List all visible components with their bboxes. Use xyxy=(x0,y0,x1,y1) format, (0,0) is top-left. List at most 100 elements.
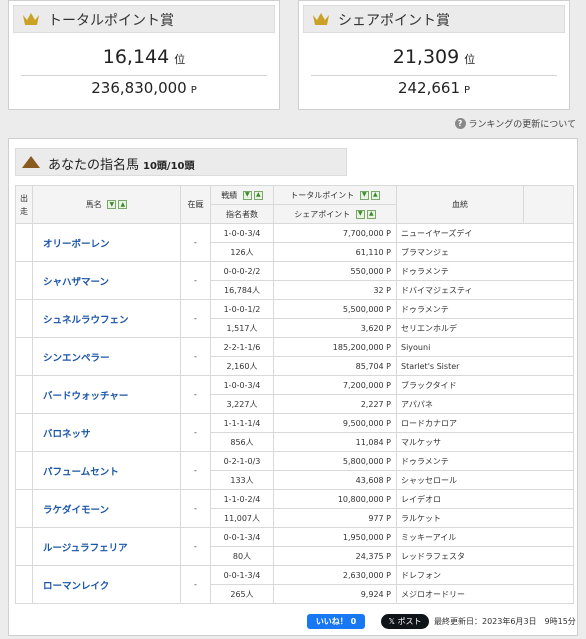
horses-table: 出走 馬名 ▼ ▲ 在厩 戦績 ▼ ▲ トータルポイント ▼ ▲ 血統 指名者数… xyxy=(15,185,574,604)
horse-name-link[interactable]: ローマンレイク xyxy=(32,565,181,604)
total-points-cell: 7,200,000 P xyxy=(273,375,397,395)
nominee-count: 80人 xyxy=(210,546,274,566)
horse-name-link[interactable]: バードウォッチャー xyxy=(32,375,181,414)
total-points-award-title: トータルポイント賞 xyxy=(48,13,174,29)
post-cell xyxy=(15,299,33,338)
post-cell xyxy=(15,375,33,414)
sire-cell: ドゥラメンテ xyxy=(396,299,574,319)
section-title: あなたの指名馬 10頭/10頭 xyxy=(48,154,195,173)
share-points-cell: 24,375 P xyxy=(273,546,397,566)
total-points-sort: ▼ ▲ xyxy=(359,190,380,200)
horse-name-link[interactable]: オリーボーレン xyxy=(32,223,181,262)
share-points-value: 242,661 xyxy=(397,79,460,97)
nominee-count: 11,007人 xyxy=(210,508,274,528)
stable-status: - xyxy=(180,261,211,300)
stable-status: - xyxy=(180,527,211,566)
crown-icon xyxy=(23,13,39,25)
nominee-count: 265人 xyxy=(210,584,274,604)
header-spacer xyxy=(523,185,574,224)
total-points-cell: 2,630,000 P xyxy=(273,565,397,585)
stable-status: - xyxy=(180,451,211,490)
race-record: 0-0-0-2/2 xyxy=(210,261,274,281)
horse-name-link[interactable]: シュネルラウフェン xyxy=(32,299,181,338)
last-updated: 最終更新日：2023年6月3日 9時15分 xyxy=(434,617,576,626)
header-share-points-label: シェアポイント xyxy=(294,209,351,219)
share-points-cell: 32 P xyxy=(273,280,397,300)
race-record: 0-2-1-0/3 xyxy=(210,451,274,471)
horse-row: バロネッサ -1-1-1-1/4 9,500,000 P ロードカナロア xyxy=(15,413,574,452)
horse-name-link[interactable]: パフュームセント xyxy=(32,451,181,490)
share-points-cell: 43,608 P xyxy=(273,470,397,490)
post-cell xyxy=(15,337,33,376)
header-total-points-label: トータルポイント xyxy=(290,190,355,200)
ranking-update-link-label: ランキングの更新について xyxy=(468,120,576,130)
section-header: あなたの指名馬 10頭/10頭 xyxy=(15,148,347,176)
horse-name-link[interactable]: バロネッサ xyxy=(32,413,181,452)
stable-status: - xyxy=(180,337,211,376)
share-points-value-line: 242,661 P xyxy=(299,79,569,97)
header-record-label: 戦績 xyxy=(221,190,238,200)
stable-status: - xyxy=(180,489,211,528)
sire-cell: レイデオロ xyxy=(396,489,574,509)
dam-cell: シャッセロール xyxy=(396,470,574,490)
nominated-horses-panel: あなたの指名馬 10頭/10頭 出走 馬名 ▼ ▲ 在厩 戦績 ▼ ▲ トータル… xyxy=(8,138,578,636)
sire-cell: ドゥラメンテ xyxy=(396,261,574,281)
points-unit: P xyxy=(190,85,197,96)
nominee-count: 2,160人 xyxy=(210,356,274,376)
horse-name-link[interactable]: シンエンペラー xyxy=(32,337,181,376)
total-points-award-header: トータルポイント賞 xyxy=(13,5,275,33)
share-points-cell: 85,704 P xyxy=(273,356,397,376)
dam-cell: マルケッサ xyxy=(396,432,574,452)
race-record: 1-0-0-3/4 xyxy=(210,375,274,395)
x-post-button[interactable]: 𝕏 ポスト xyxy=(381,614,429,629)
nominee-count: 856人 xyxy=(210,432,274,452)
race-record: 0-0-1-3/4 xyxy=(210,527,274,547)
divider xyxy=(311,75,557,76)
horse-name-link[interactable]: シャハザマーン xyxy=(32,261,181,300)
question-icon: ? xyxy=(454,118,466,129)
share-points-cell: 2,227 P xyxy=(273,394,397,414)
facebook-like-button[interactable]: いいね！ 0 xyxy=(307,614,365,629)
total-points-cell: 7,700,000 P xyxy=(273,223,397,243)
race-record: 1-1-0-2/4 xyxy=(210,489,274,509)
nominee-count: 16,784人 xyxy=(210,280,274,300)
stable-status: - xyxy=(180,223,211,262)
mountain-icon xyxy=(22,156,40,168)
total-points-award-card: トータルポイント賞 16,144 位 236,830,000 P xyxy=(8,0,280,110)
horse-count: 10頭/10頭 xyxy=(143,161,195,172)
sort-asc-icon[interactable]: ▲ xyxy=(366,209,376,219)
header-status: 在厩 xyxy=(180,185,211,224)
sort-desc-icon[interactable]: ▼ xyxy=(359,190,369,200)
header-total-points: トータルポイント ▼ ▲ xyxy=(273,185,397,205)
footer: いいね！ 0 𝕏 ポスト 最終更新日：2023年6月3日 9時15分 xyxy=(8,611,578,631)
header-horse-name-label: 馬名 xyxy=(85,200,102,209)
dam-cell: メジロオードリー xyxy=(396,584,574,604)
dam-cell: アパパネ xyxy=(396,394,574,414)
sire-cell: ブラックタイド xyxy=(396,375,574,395)
total-points-rank-value: 16,144 xyxy=(102,46,170,68)
share-points-cell: 11,084 P xyxy=(273,432,397,452)
sort-desc-icon[interactable]: ▼ xyxy=(242,190,252,200)
sort-asc-icon[interactable]: ▲ xyxy=(253,190,263,200)
share-points-cell: 61,110 P xyxy=(273,242,397,262)
sort-asc-icon[interactable]: ▲ xyxy=(118,200,128,209)
horse-name-link[interactable]: ルージュラフェリア xyxy=(32,527,181,566)
nominee-count: 1,517人 xyxy=(210,318,274,338)
sort-desc-icon[interactable]: ▼ xyxy=(107,200,117,209)
header-share-points: シェアポイント ▼ ▲ xyxy=(273,204,397,224)
sort-desc-icon[interactable]: ▼ xyxy=(355,209,365,219)
horses-table-body: オリーボーレン -1-0-0-3/4 7,700,000 P ニューイヤーズデイ 126… xyxy=(15,223,574,604)
points-unit: P xyxy=(464,85,471,96)
horse-name-link[interactable]: ラケダイモーン xyxy=(32,489,181,528)
post-cell xyxy=(15,451,33,490)
sort-asc-icon[interactable]: ▲ xyxy=(370,190,380,200)
horse-row: オリーボーレン -1-0-0-3/4 7,700,000 P ニューイヤーズデイ xyxy=(15,223,574,262)
post-cell xyxy=(15,489,33,528)
dam-cell: ブラマンジェ xyxy=(396,242,574,262)
race-record: 2-2-1-1/6 xyxy=(210,337,274,357)
post-cell xyxy=(15,565,33,604)
post-cell xyxy=(15,223,33,262)
sire-cell: ロードカナロア xyxy=(396,413,574,433)
crown-icon xyxy=(313,13,329,25)
ranking-update-link[interactable]: ? ランキングの更新について xyxy=(454,117,576,130)
